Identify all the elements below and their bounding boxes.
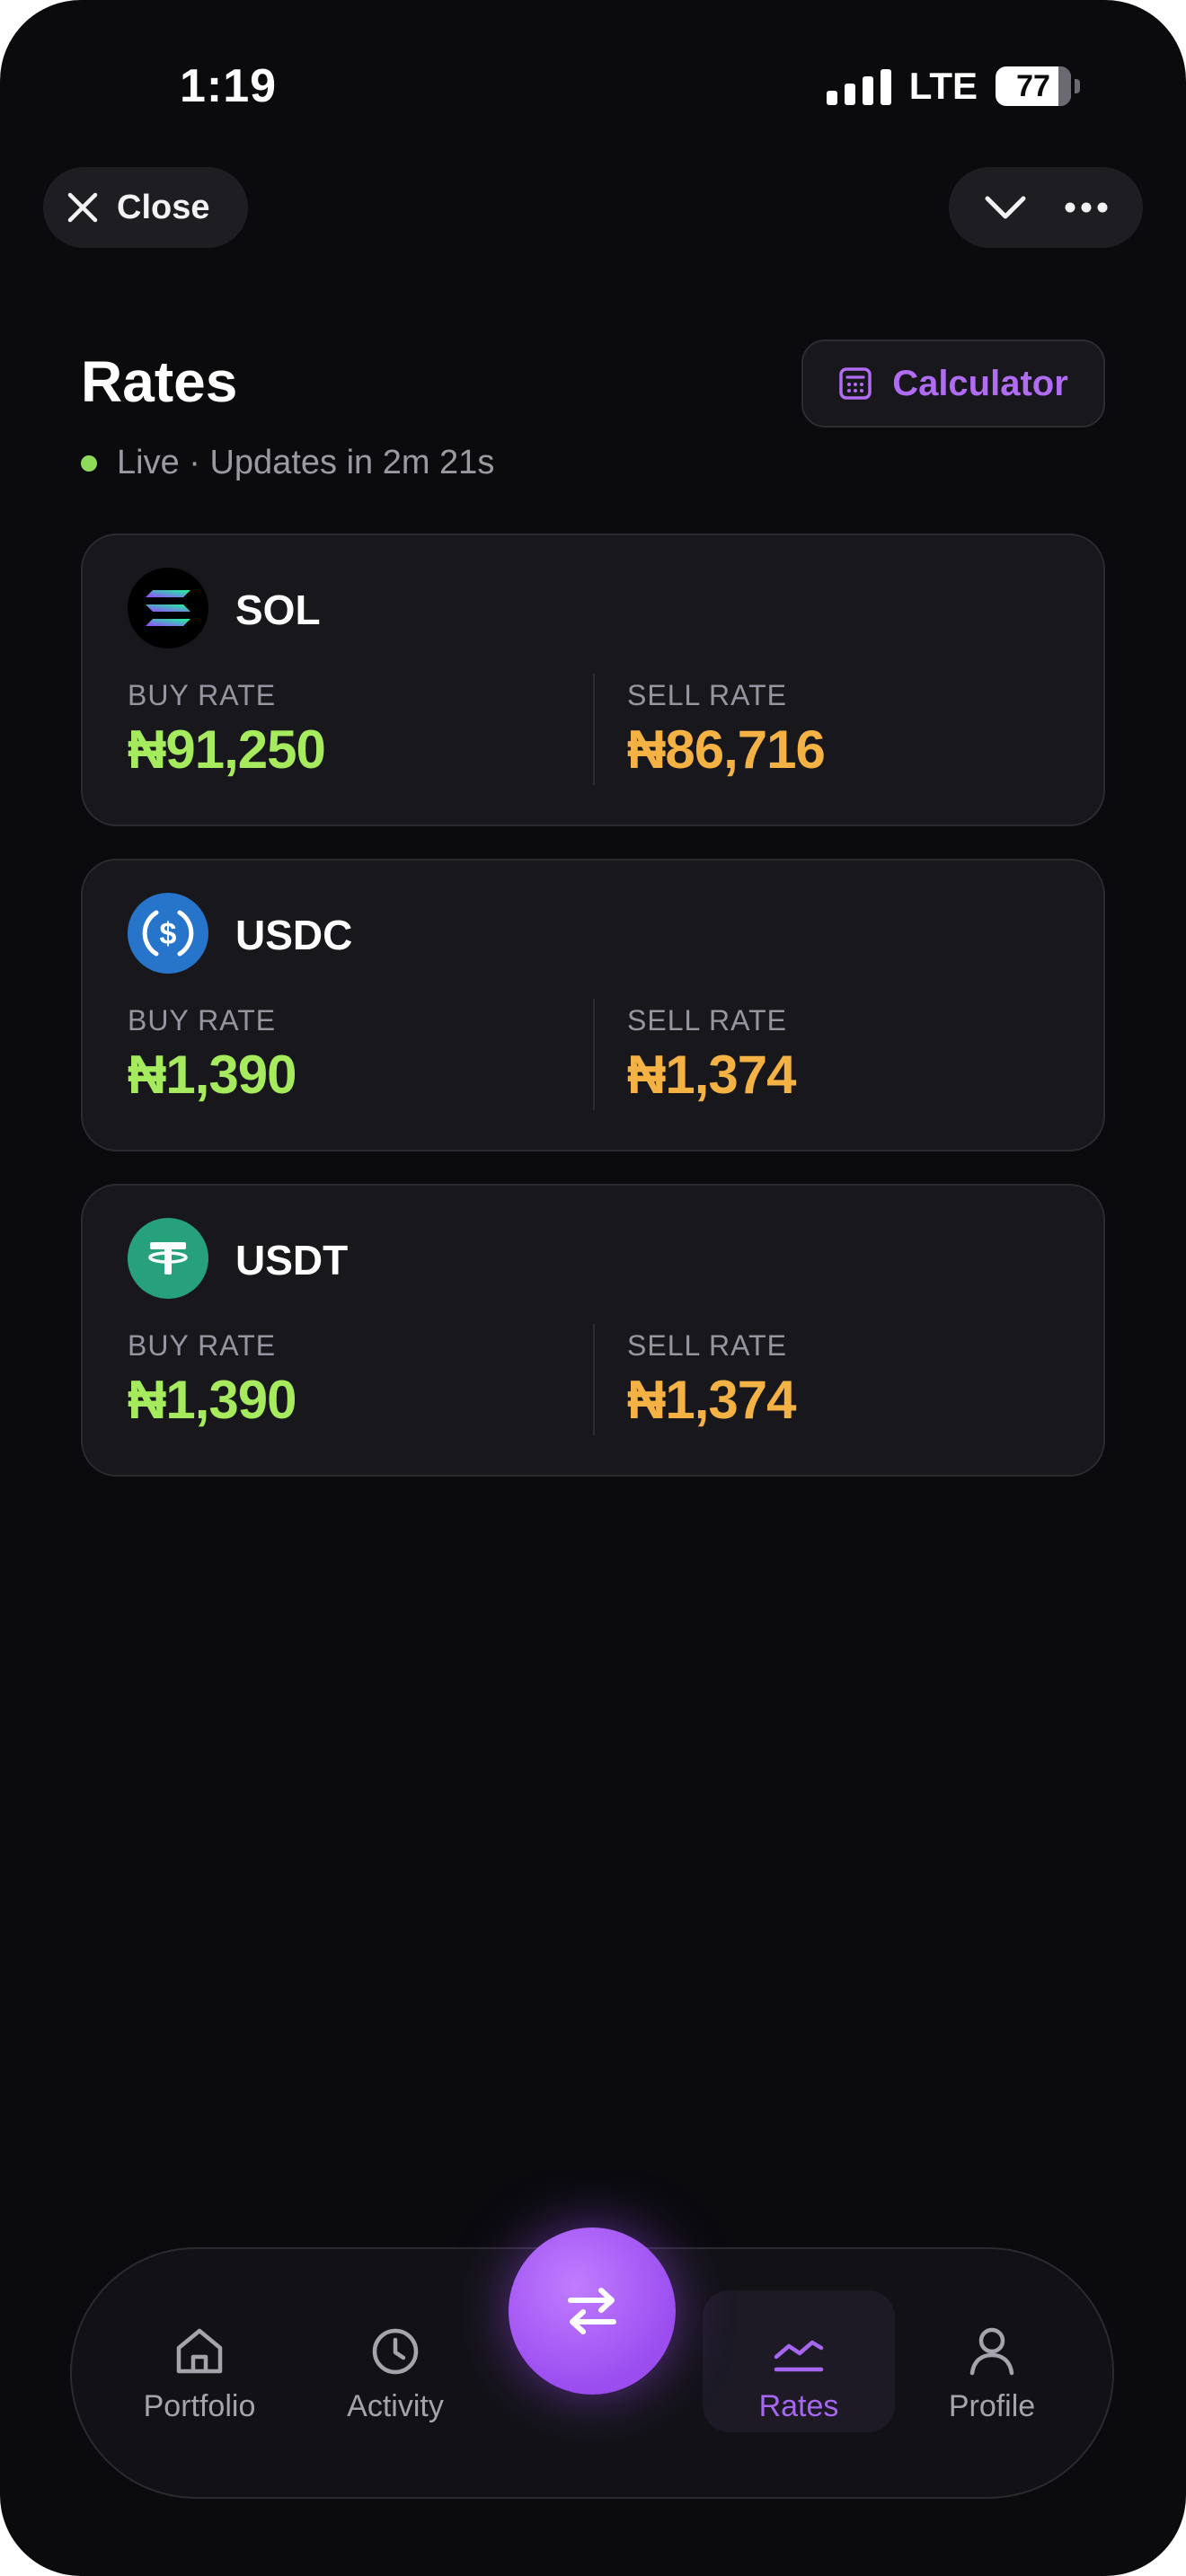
solana-logo-icon xyxy=(128,568,208,648)
network-type: LTE xyxy=(908,65,978,107)
swap-arrows-icon xyxy=(568,2288,616,2334)
buy-rate-label: BUY RATE xyxy=(128,1004,277,1037)
coin-name: USDT xyxy=(235,1237,349,1284)
sell-rate-label: SELL RATE xyxy=(627,1329,787,1362)
battery-icon: 77 xyxy=(996,66,1071,106)
calculator-icon xyxy=(839,367,872,400)
close-icon xyxy=(67,192,98,223)
close-label: Close xyxy=(117,188,210,226)
buy-rate-label: BUY RATE xyxy=(128,679,277,711)
top-actions xyxy=(949,167,1143,248)
usdc-logo-icon: $ xyxy=(128,893,208,974)
nav-item-profile[interactable]: Profile xyxy=(911,2249,1073,2501)
home-icon xyxy=(176,2328,223,2373)
buy-rate-label: BUY RATE xyxy=(128,1329,277,1362)
live-status-text: Live · Updates in 2m 21s xyxy=(117,444,495,481)
rate-card-sol[interactable]: SOL BUY RATE ₦91,250 SELL RATE ₦86,716 xyxy=(81,534,1105,826)
status-time: 1:19 xyxy=(180,60,278,112)
calculator-label: Calculator xyxy=(892,363,1068,403)
buy-rate-value: ₦1,390 xyxy=(128,1045,296,1105)
live-indicator-dot xyxy=(81,454,97,472)
rate-card-usdc[interactable]: $ USDC BUY RATE ₦1,390 SELL RATE ₦1,374 xyxy=(81,859,1105,1151)
swap-button[interactable] xyxy=(509,2228,676,2395)
sell-rate-label: SELL RATE xyxy=(627,1004,787,1037)
battery-level: 77 xyxy=(1016,68,1050,103)
close-button[interactable]: Close xyxy=(43,167,248,248)
clock-icon xyxy=(372,2328,419,2374)
coin-name: USDC xyxy=(235,912,353,958)
rate-divider xyxy=(593,1324,595,1435)
rate-divider xyxy=(593,999,595,1110)
more-icon[interactable] xyxy=(1063,198,1110,216)
nav-item-activity[interactable]: Activity xyxy=(314,2249,476,2501)
nav-label-portfolio: Portfolio xyxy=(143,2388,256,2423)
app-screen: 1:19 LTE 77 Close Rates Live · Updates i… xyxy=(0,0,1186,2576)
rate-card-usdt[interactable]: USDT BUY RATE ₦1,390 SELL RATE ₦1,374 xyxy=(81,1184,1105,1477)
user-icon xyxy=(969,2327,1014,2375)
buy-rate-value: ₦1,390 xyxy=(128,1370,296,1430)
sell-rate-value: ₦1,374 xyxy=(627,1045,796,1105)
status-indicators: LTE 77 xyxy=(826,63,1080,110)
sell-rate-label: SELL RATE xyxy=(627,679,787,711)
sell-rate-value: ₦86,716 xyxy=(627,719,826,780)
calculator-button[interactable]: Calculator xyxy=(801,340,1105,428)
chevron-down-icon[interactable] xyxy=(982,190,1029,225)
nav-label-rates: Rates xyxy=(758,2388,839,2423)
nav-item-rates[interactable]: Rates xyxy=(703,2249,895,2501)
cellular-signal-icon xyxy=(826,67,891,105)
battery-tip xyxy=(1075,79,1080,93)
chart-line-icon xyxy=(774,2340,824,2371)
nav-item-portfolio[interactable]: Portfolio xyxy=(119,2249,280,2501)
coin-name: SOL xyxy=(235,587,321,633)
sell-rate-value: ₦1,374 xyxy=(627,1370,796,1430)
page-title: Rates xyxy=(81,349,238,414)
nav-label-profile: Profile xyxy=(948,2388,1036,2423)
live-status: Live · Updates in 2m 21s xyxy=(81,444,494,482)
buy-rate-value: ₦91,250 xyxy=(128,719,326,780)
nav-label-activity: Activity xyxy=(347,2388,444,2423)
tether-logo-icon xyxy=(128,1218,208,1299)
svg-text:$: $ xyxy=(160,917,177,951)
rate-divider xyxy=(593,674,595,785)
